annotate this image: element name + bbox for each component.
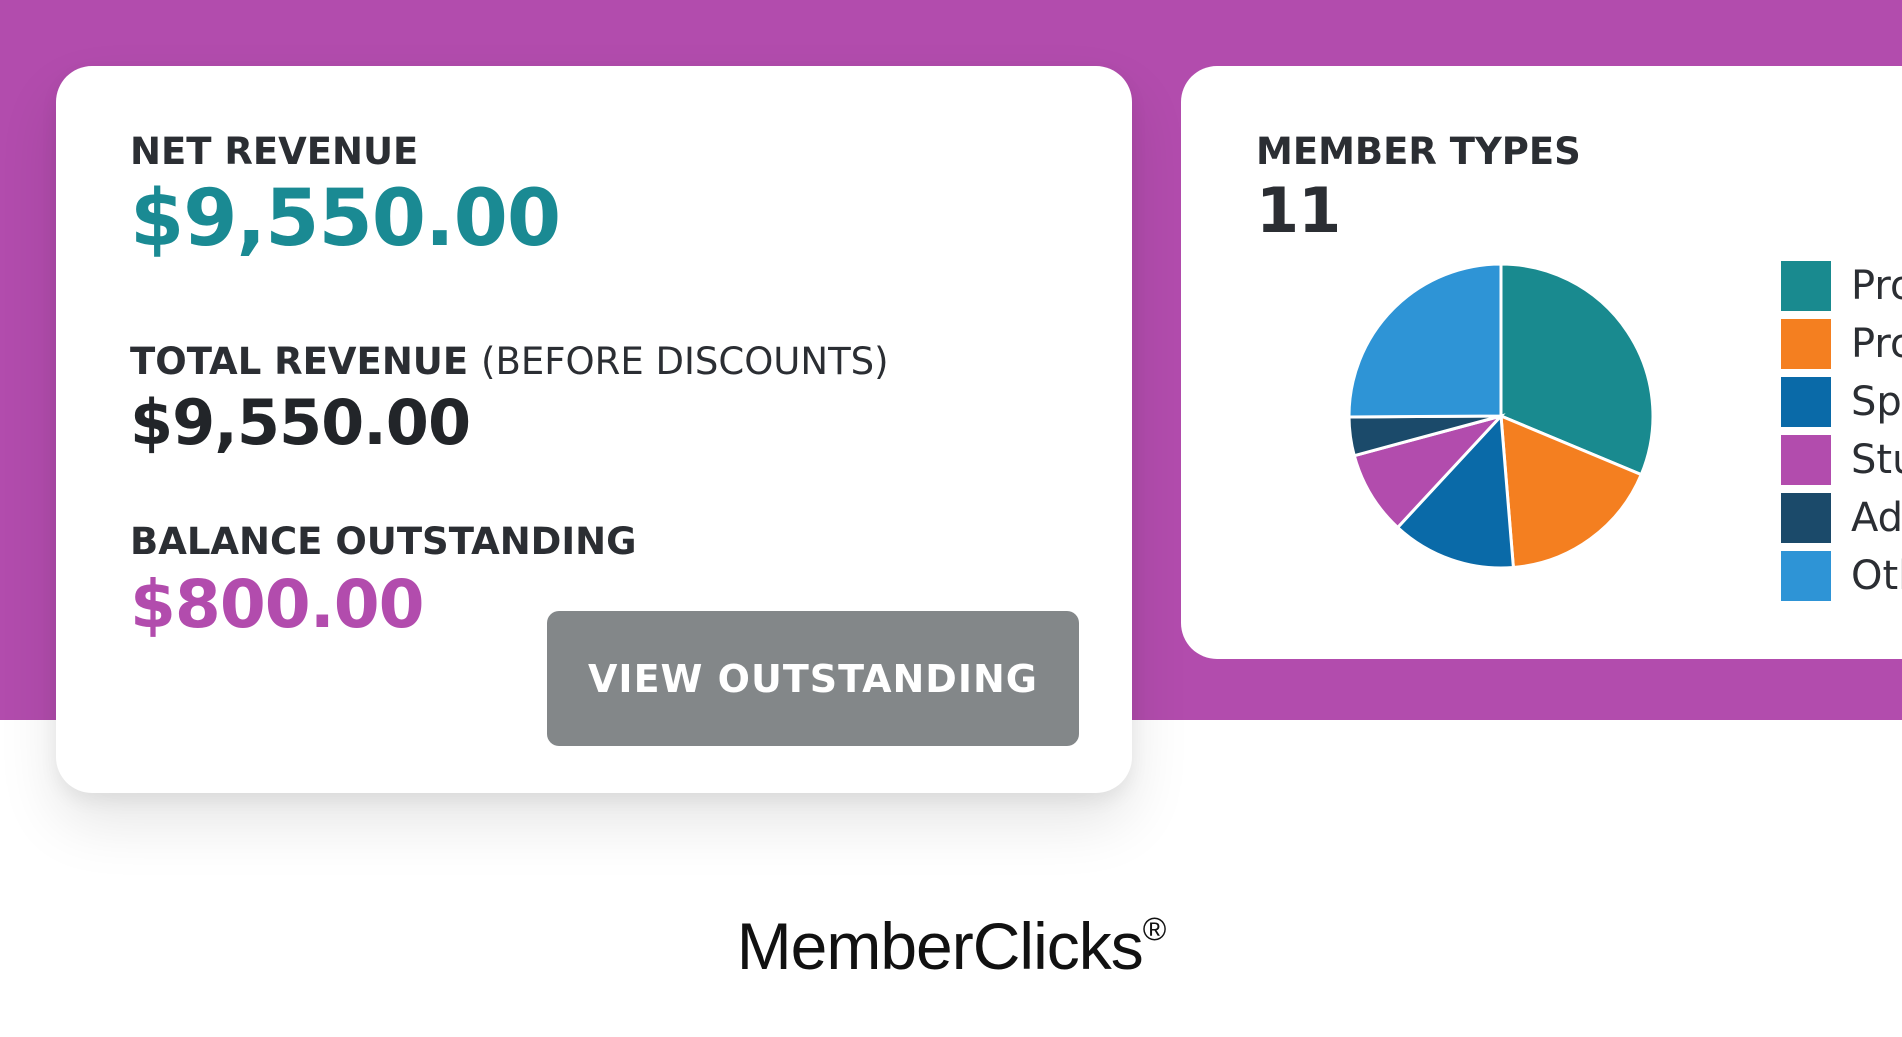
total-revenue-label: TOTAL REVENUE (BEFORE DISCOUNTS): [130, 340, 889, 383]
legend-label: Sp: [1851, 379, 1902, 425]
member-types-title: MEMBER TYPES: [1256, 130, 1581, 173]
revenue-card: NET REVENUE $9,550.00 TOTAL REVENUE (BEF…: [56, 66, 1132, 793]
legend-label: Otl: [1851, 553, 1902, 599]
member-types-pie-chart: [1347, 262, 1655, 570]
legend-swatch: [1781, 319, 1831, 369]
balance-outstanding-value: $800.00: [130, 566, 425, 643]
member-types-card: MEMBER TYPES 11 Pro Pro Sp Stu Ad Otl: [1181, 66, 1902, 659]
total-revenue-label-main: TOTAL REVENUE: [130, 340, 469, 383]
legend-swatch: [1781, 261, 1831, 311]
view-outstanding-button[interactable]: VIEW OUTSTANDING: [547, 611, 1079, 746]
legend-swatch: [1781, 551, 1831, 601]
pie-slice-6: [1347, 262, 1503, 419]
brand-name: MemberClicks: [736, 909, 1144, 983]
legend-swatch: [1781, 377, 1831, 427]
net-revenue-value: $9,550.00: [130, 174, 561, 264]
total-revenue-label-suffix: (BEFORE DISCOUNTS): [481, 340, 889, 383]
total-revenue-value: $9,550.00: [130, 386, 471, 459]
legend-label: Ad: [1851, 495, 1902, 541]
legend-label: Pro: [1851, 321, 1902, 367]
legend-swatch: [1781, 493, 1831, 543]
registered-mark: ®: [1142, 911, 1167, 947]
net-revenue-label: NET REVENUE: [130, 130, 419, 173]
legend-label: Pro: [1851, 263, 1902, 309]
legend-label: Stu: [1851, 437, 1902, 483]
balance-outstanding-label: BALANCE OUTSTANDING: [130, 520, 637, 563]
memberclicks-logo: MemberClicks®: [0, 908, 1902, 984]
legend-swatch: [1781, 435, 1831, 485]
